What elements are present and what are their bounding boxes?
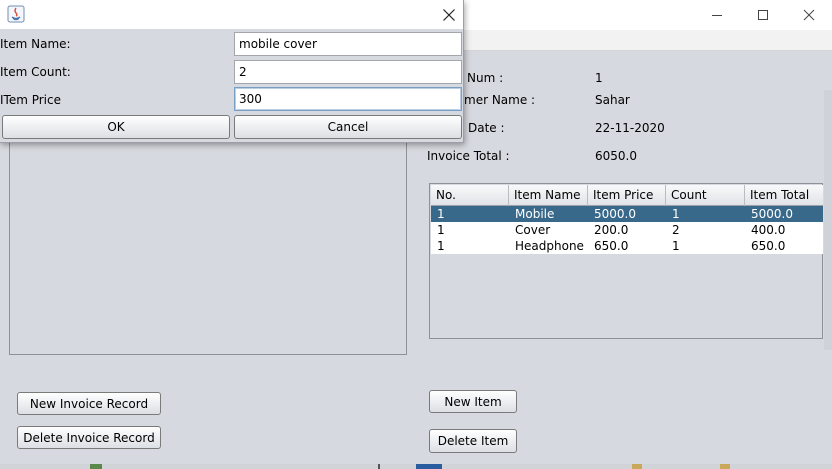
cell-item-total: 5000.0: [751, 207, 793, 221]
column-header-count[interactable]: Count: [666, 185, 745, 206]
column-header-item-name[interactable]: Item Name: [509, 185, 588, 206]
cell-no: 1: [437, 239, 445, 253]
customer-name-value: Sahar: [595, 93, 630, 107]
cell-item-total: 400.0: [751, 223, 786, 237]
maximize-button[interactable]: [740, 0, 786, 30]
taskbar-divider: [378, 464, 380, 469]
cancel-button[interactable]: Cancel: [234, 115, 462, 139]
items-table-panel[interactable]: No. Item Name Item Price Count Item Tota…: [429, 183, 823, 339]
item-count-field[interactable]: [234, 60, 462, 84]
customer-name-label: mer Name :: [464, 93, 536, 107]
taskbar-strip: [0, 464, 832, 469]
dialog-close-button[interactable]: [434, 0, 464, 29]
table-header: No. Item Name Item Price Count Item Tota…: [431, 185, 823, 206]
table-row[interactable]: 1 Mobile 5000.0 1 5000.0: [431, 206, 823, 222]
cell-item-name: Headphone: [515, 239, 584, 253]
item-name-field[interactable]: [234, 32, 462, 56]
invoice-total-value: 6050.0: [595, 149, 637, 163]
close-button[interactable]: [786, 0, 832, 30]
cell-item-price: 5000.0: [594, 207, 636, 221]
items-table: No. Item Name Item Price Count Item Tota…: [431, 185, 823, 254]
column-header-item-price[interactable]: Item Price: [588, 185, 666, 206]
invoice-date-value: 22-11-2020: [595, 121, 665, 135]
cell-count: 2: [672, 223, 680, 237]
ok-button[interactable]: OK: [2, 115, 230, 139]
scrollbar[interactable]: [824, 90, 832, 350]
cell-count: 1: [672, 207, 680, 221]
maximize-icon: [758, 10, 768, 20]
table-row[interactable]: 1 Headphone 650.0 1 650.0: [431, 238, 823, 254]
delete-invoice-button[interactable]: Delete Invoice Record: [17, 426, 161, 449]
item-price-label: ITem Price: [0, 93, 61, 107]
cell-item-name: Cover: [515, 223, 551, 237]
cell-item-price: 200.0: [594, 223, 629, 237]
dialog-titlebar: [0, 0, 463, 29]
cell-no: 1: [437, 207, 445, 221]
item-price-field[interactable]: [234, 87, 462, 111]
cell-item-name: Mobile: [515, 207, 555, 221]
cell-count: 1: [672, 239, 680, 253]
minimize-button[interactable]: [694, 0, 740, 30]
item-count-label: Item Count:: [0, 65, 71, 79]
column-header-no[interactable]: No.: [431, 185, 509, 206]
taskbar-icon: [90, 464, 102, 469]
taskbar-icon: [416, 464, 442, 469]
cell-item-total: 650.0: [751, 239, 786, 253]
invoice-total-label: Invoice Total :: [427, 149, 510, 163]
table-row[interactable]: 1 Cover 200.0 2 400.0: [431, 222, 823, 238]
new-item-dialog: Item Name: Item Count: ITem Price OK Can…: [0, 0, 464, 143]
delete-item-button[interactable]: Delete Item: [429, 429, 517, 453]
invoice-num-value: 1: [595, 71, 603, 85]
close-icon: [803, 9, 815, 21]
invoice-num-label: Num :: [467, 71, 504, 85]
minimize-icon: [712, 15, 722, 16]
new-invoice-button[interactable]: New Invoice Record: [17, 392, 161, 415]
invoice-date-label: Date :: [468, 121, 505, 135]
item-name-label: Item Name:: [0, 37, 71, 51]
cell-item-price: 650.0: [594, 239, 629, 253]
column-header-item-total[interactable]: Item Total: [745, 185, 823, 206]
new-item-button[interactable]: New Item: [429, 390, 517, 413]
taskbar-icon: [632, 464, 642, 469]
java-icon: [7, 5, 25, 23]
close-icon: [443, 8, 455, 21]
cell-no: 1: [437, 223, 445, 237]
taskbar-icon: [720, 464, 730, 469]
